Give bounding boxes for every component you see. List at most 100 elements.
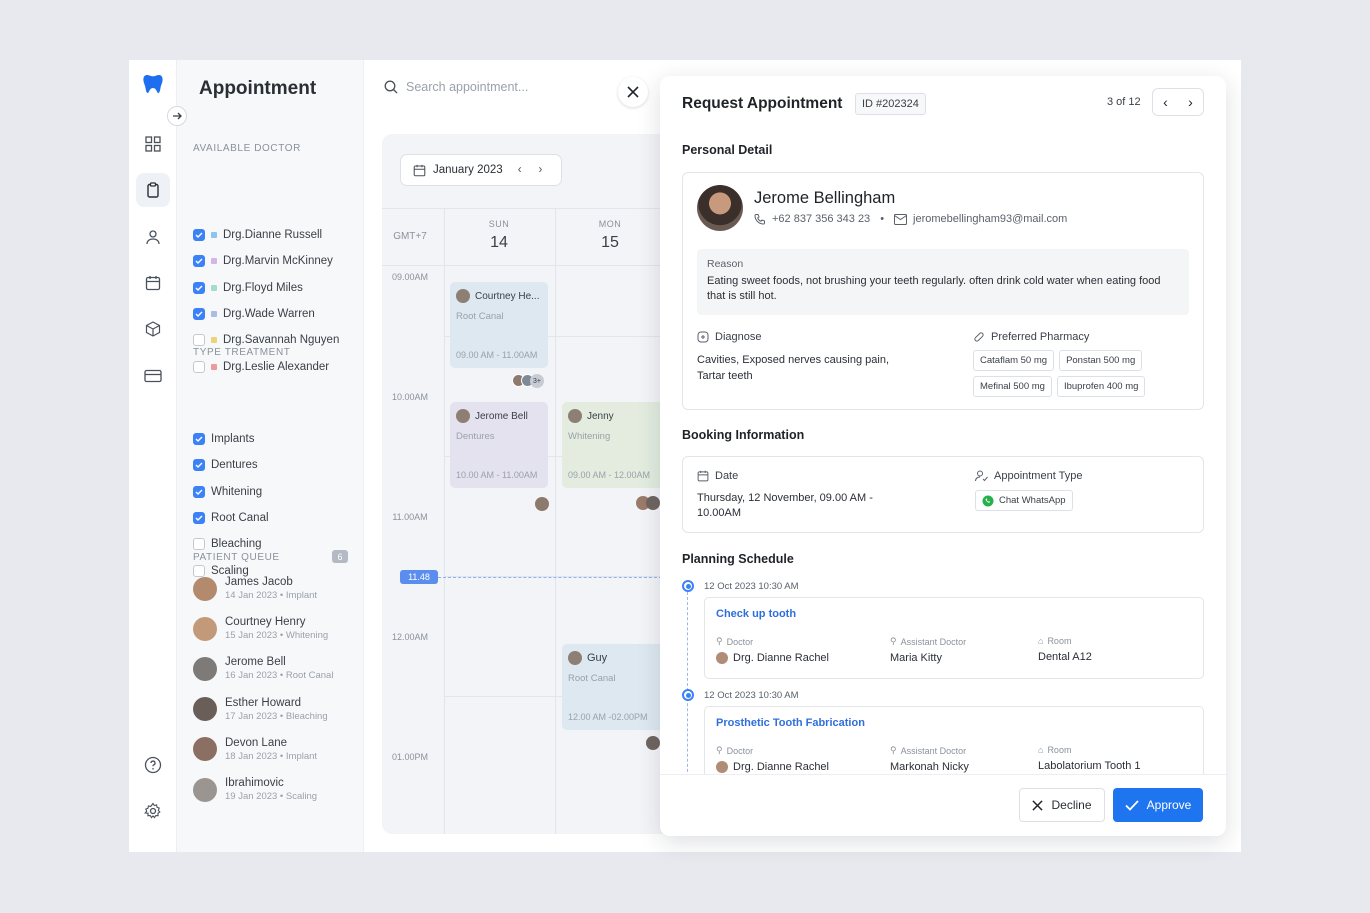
plan-assistant: ⚲ Assistant Doctor Markonah Nicky: [890, 745, 969, 773]
pharmacy-pill: Cataflam 50 mg: [973, 350, 1055, 371]
box-icon: [145, 321, 161, 337]
filter-label: Implants: [211, 433, 255, 445]
reason-text: Eating sweet foods, not brushing your te…: [707, 275, 1161, 302]
plan-title[interactable]: Check up tooth: [716, 608, 796, 620]
patient-avatar: [697, 185, 743, 231]
checkbox[interactable]: [193, 459, 205, 472]
dashboard-nav[interactable]: [136, 127, 170, 161]
queue-patient-sub: 14 Jan 2023 • Implant: [225, 590, 318, 601]
treatment-filter[interactable]: Implants: [193, 433, 254, 445]
decline-button[interactable]: Decline: [1019, 788, 1105, 822]
doctor-filter[interactable]: Drg.Floyd Miles: [193, 281, 303, 294]
approve-button[interactable]: Approve: [1113, 788, 1203, 822]
queue-item[interactable]: Esther Howard 17 Jan 2023 • Bleaching: [193, 697, 328, 722]
help-nav[interactable]: [136, 748, 170, 782]
treatment-filter[interactable]: Root Canal: [193, 511, 269, 524]
month-selector[interactable]: January 2023 ‹ ›: [400, 154, 562, 186]
event-card[interactable]: Jerome Bell Dentures 10.00 AM - 11.00AM: [450, 402, 548, 488]
filter-label: Dentures: [211, 459, 258, 472]
queue-item[interactable]: Devon Lane 18 Jan 2023 • Implant: [193, 737, 317, 762]
patients-nav[interactable]: [136, 220, 170, 254]
checkbox[interactable]: [193, 255, 205, 268]
user-icon: [146, 230, 160, 245]
plan-doctor: ⚲ Doctor Drg. Dianne Rachel: [716, 745, 829, 773]
next-month-icon[interactable]: ›: [539, 164, 543, 176]
prev-month-icon[interactable]: ‹: [518, 164, 522, 176]
diagnose-text: Cavities, Exposed nerves causing pain, T…: [697, 354, 889, 382]
treatment-filter[interactable]: Scaling: [193, 564, 249, 577]
checkbox[interactable]: [193, 360, 205, 373]
close-panel-button[interactable]: [618, 77, 648, 107]
checkbox[interactable]: [193, 564, 205, 577]
appointment-type-value: Chat WhatsApp: [999, 495, 1066, 506]
doctor-filter[interactable]: Drg.Dianne Russell: [193, 229, 322, 241]
avatar: [646, 736, 660, 750]
stethoscope-icon: [697, 331, 709, 343]
grid-divider: [444, 208, 445, 834]
avatar: [568, 409, 582, 423]
queue-patient-name: Jerome Bell: [225, 656, 286, 669]
avatar: [193, 737, 217, 762]
day-of-week: MON: [598, 219, 622, 229]
appointment-nav[interactable]: [136, 173, 170, 207]
event-time: 12.00 AM -02.00PM: [568, 712, 648, 722]
treatment-filter[interactable]: Whitening: [193, 485, 262, 498]
expand-sidebar-button[interactable]: [167, 106, 187, 126]
queue-item[interactable]: Ibrahimovic 19 Jan 2023 • Scaling: [193, 777, 317, 802]
queue-patient-sub: 17 Jan 2023 • Bleaching: [225, 710, 328, 722]
checkbox[interactable]: [193, 229, 205, 241]
plan-card[interactable]: Check up tooth ⚲ Doctor Drg. Dianne Rache…: [704, 597, 1204, 679]
event-patient: Jenny: [587, 410, 614, 422]
time-label: 01.00PM: [391, 752, 429, 762]
doctor-filter[interactable]: Drg.Leslie Alexander: [193, 360, 329, 373]
assistant-name: Maria Kitty: [890, 652, 942, 664]
next-request-button[interactable]: ›: [1188, 94, 1193, 110]
treatment-filter[interactable]: Bleaching: [193, 538, 262, 551]
doctor-filter[interactable]: Drg.Savannah Nguyen: [193, 334, 339, 347]
timeline-dot: [682, 580, 694, 592]
calendar-icon: [413, 164, 426, 176]
queue-patient-name: Courtney Henry: [225, 616, 306, 629]
calendar-nav[interactable]: [136, 266, 170, 300]
queue-patient-sub: 15 Jan 2023 • Whitening: [225, 630, 329, 642]
assistant-label: Assistant Doctor: [900, 636, 967, 647]
checkbox[interactable]: [193, 538, 205, 551]
avatar: [716, 652, 728, 664]
pharmacy-pill: Mefinal 500 mg: [973, 376, 1052, 397]
pager-nav: ‹ ›: [1152, 88, 1204, 116]
inventory-nav[interactable]: [136, 312, 170, 346]
personal-detail-card: Jerome Bellingham +62 837 356 343 23 • j…: [682, 172, 1204, 410]
assistant-icon: ⚲: [890, 636, 897, 646]
day-column-sun[interactable]: SUN 14: [444, 219, 554, 252]
pharmacy-label: Preferred Pharmacy: [973, 331, 1089, 343]
plan-title[interactable]: Prosthetic Tooth Fabrication: [716, 717, 865, 729]
checkbox[interactable]: [193, 281, 205, 294]
queue-item[interactable]: James Jacob 14 Jan 2023 • Implant: [193, 576, 317, 601]
treatment-filter[interactable]: Dentures: [193, 459, 258, 472]
checkbox[interactable]: [193, 334, 205, 347]
queue-item[interactable]: Courtney Henry 15 Jan 2023 • Whitening: [193, 616, 328, 641]
prev-request-button[interactable]: ‹: [1163, 94, 1168, 110]
event-card[interactable]: Courtney He... Root Canal 09.00 AM - 11.…: [450, 282, 548, 368]
search-input[interactable]: Search appointment...: [384, 80, 528, 94]
timeline-dot: [682, 689, 694, 701]
pager-label: 3 of 12: [1107, 96, 1141, 108]
settings-nav[interactable]: [136, 794, 170, 828]
checkbox[interactable]: [193, 511, 205, 524]
queue-item[interactable]: Jerome Bell 16 Jan 2023 • Root Canal: [193, 656, 333, 681]
patient-name: Jerome Bellingham: [754, 189, 896, 207]
doctor-filter[interactable]: Drg.Wade Warren: [193, 307, 315, 320]
checkbox[interactable]: [193, 485, 205, 498]
doctor-color-dot: [211, 258, 217, 265]
doctor-filter[interactable]: Drg.Marvin McKinney: [193, 255, 333, 268]
filter-label: Scaling: [211, 564, 249, 577]
payment-nav[interactable]: [136, 359, 170, 393]
booking-card: Date Thursday, 12 November, 09.00 AM - 1…: [682, 456, 1204, 533]
day-column-mon[interactable]: MON 15: [555, 219, 665, 252]
panel-title: Request Appointment: [682, 95, 843, 112]
decline-label: Decline: [1051, 798, 1092, 812]
checkbox[interactable]: [193, 307, 205, 320]
search-placeholder: Search appointment...: [406, 80, 529, 94]
room-label: Room: [1047, 745, 1072, 755]
checkbox[interactable]: [193, 433, 205, 445]
